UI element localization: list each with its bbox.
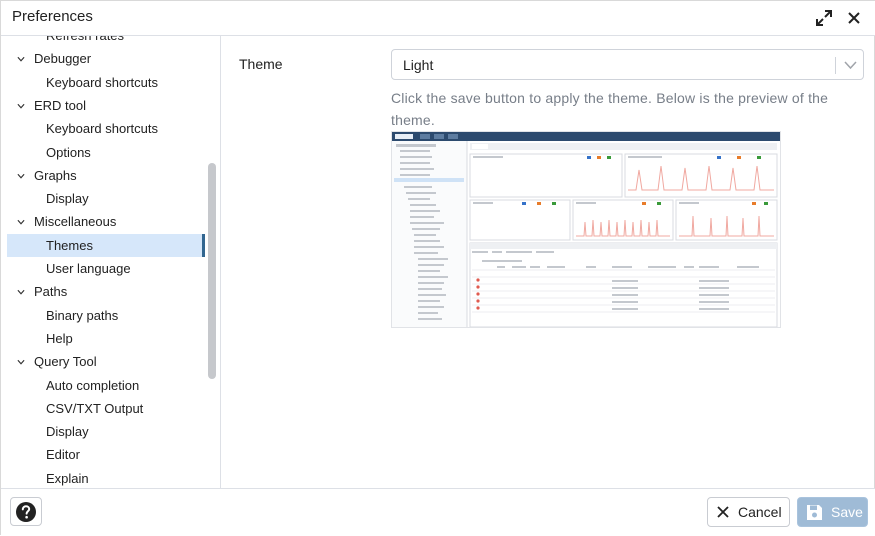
tree-item[interactable]: Themes — [7, 233, 205, 257]
tree-item[interactable]: Keyboard shortcuts — [7, 71, 205, 94]
dialog-footer: Cancel Save — [1, 488, 875, 536]
save-label: Save — [831, 504, 863, 520]
chevron-down-icon[interactable] — [17, 172, 25, 180]
tree-item-label: Refresh rates — [46, 36, 124, 47]
dialog-header: Preferences — [1, 1, 875, 36]
tree-scrollbar[interactable] — [208, 163, 216, 379]
tree-item-label: User language — [46, 261, 131, 276]
preferences-dialog: Preferences Refresh rates Debugger Keyboar… — [0, 0, 875, 536]
tree-item-label: CSV/TXT Output — [46, 400, 144, 416]
chevron-down-icon[interactable] — [17, 102, 25, 110]
close-icon — [848, 12, 860, 24]
chevron-down-icon[interactable] — [17, 358, 25, 366]
x-icon — [717, 506, 729, 518]
dialog-title: Preferences — [12, 8, 93, 25]
tree-group[interactable]: Debugger — [7, 47, 205, 70]
tree-group[interactable]: ERD tool — [7, 94, 205, 117]
theme-label: Theme — [239, 56, 283, 72]
tree-group[interactable]: Query Tool — [7, 350, 205, 373]
floppy-disk-icon — [807, 504, 822, 520]
cancel-button[interactable]: Cancel — [707, 497, 790, 527]
select-separator — [835, 57, 836, 74]
save-button[interactable]: Save — [797, 497, 868, 527]
tree-group[interactable]: Miscellaneous — [7, 210, 205, 233]
tree-item[interactable]: Binary paths — [7, 304, 205, 327]
theme-panel: Theme Light Click the save button to app… — [222, 36, 875, 488]
tree-item-label: Auto completion — [46, 377, 140, 393]
tree-group[interactable]: Paths — [7, 280, 205, 303]
tree-item-label: Explain — [46, 470, 89, 486]
theme-select-value: Light — [403, 57, 434, 73]
chevron-down-icon[interactable] — [17, 288, 25, 296]
chevron-down-icon[interactable] — [17, 218, 25, 226]
tree-item[interactable]: Display — [7, 187, 205, 210]
tree-item[interactable]: User language — [7, 257, 205, 280]
tree-item-label: Themes — [46, 237, 93, 253]
tree-item[interactable]: Editor — [7, 443, 205, 466]
question-circle-icon — [16, 501, 36, 522]
expand-icon — [816, 10, 832, 26]
maximize-button[interactable] — [813, 7, 835, 29]
tree-item-label: Display — [46, 191, 89, 207]
tree-item[interactable]: Display — [7, 420, 205, 443]
tree-item-label: Debugger — [34, 51, 92, 67]
help-button[interactable] — [10, 497, 42, 526]
preferences-tree[interactable]: Refresh rates Debugger Keyboard shortcuts E… — [1, 36, 221, 488]
close-button[interactable] — [843, 7, 865, 29]
chevron-down-icon[interactable] — [17, 55, 25, 63]
tree-item[interactable]: CSV/TXT Output — [7, 397, 205, 420]
theme-select[interactable]: Light — [391, 49, 864, 80]
tree-item-label: Miscellaneous — [34, 214, 117, 230]
tree-group[interactable]: Graphs — [7, 164, 205, 187]
tree-item[interactable]: Auto completion — [7, 374, 205, 397]
theme-help-text: Click the save button to apply the theme… — [391, 90, 829, 128]
cancel-label: Cancel — [738, 504, 782, 520]
tree-item-label: Query Tool — [34, 354, 97, 370]
tree-item-label: Binary paths — [46, 307, 119, 323]
tree-item-label: Keyboard shortcuts — [46, 74, 159, 90]
tree-item-label: Options — [46, 144, 91, 160]
theme-preview-image — [391, 131, 781, 328]
tree-item-label: ERD tool — [34, 97, 87, 113]
tree-item[interactable]: Options — [7, 141, 205, 164]
tree-item-label: Graphs — [34, 167, 77, 183]
tree-item[interactable]: Refresh rates — [7, 36, 205, 47]
tree-item-label: Display — [46, 424, 89, 440]
tree-item[interactable]: Keyboard shortcuts — [7, 117, 205, 140]
tree-item-label: Paths — [34, 284, 68, 300]
tree-item-label: Help — [46, 330, 73, 346]
tree-item-label: Editor — [46, 447, 80, 463]
tree-item-label: Keyboard shortcuts — [46, 121, 159, 137]
tree-item[interactable]: Explain — [7, 467, 205, 488]
chevron-down-icon — [844, 61, 857, 70]
tree-item[interactable]: Help — [7, 327, 205, 350]
